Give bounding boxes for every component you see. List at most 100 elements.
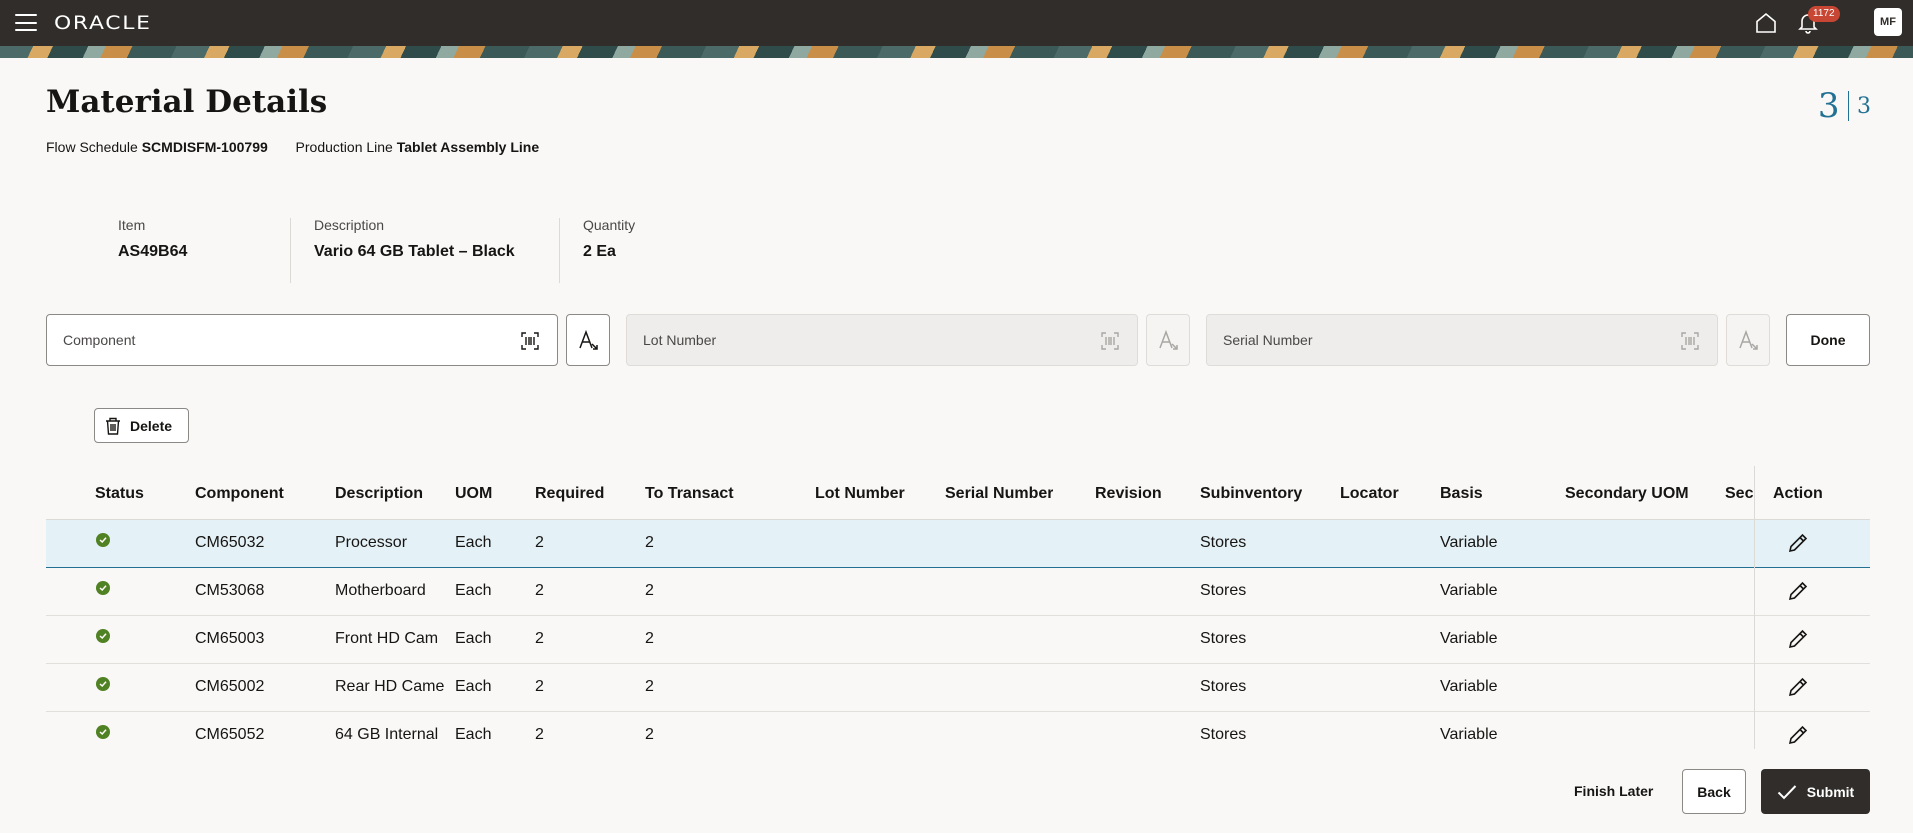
description-label: Description <box>314 217 385 233</box>
column-header-status[interactable]: Status <box>95 485 144 503</box>
column-header-to-transact[interactable]: To Transact <box>645 485 734 503</box>
serial-keyboard-button[interactable] <box>1726 314 1770 366</box>
flow-schedule-value: SCMDISFM-100799 <box>141 139 268 155</box>
column-header-required[interactable]: Required <box>535 485 604 503</box>
barcode-scan-icon <box>1101 332 1119 350</box>
cell-basis: Variable <box>1440 678 1498 695</box>
table-row[interactable]: CM65003 Front HD Cam Each 2 2 Stores Var… <box>46 616 1870 664</box>
item-value: AS49B64 <box>118 243 188 260</box>
cell-component: CM65003 <box>195 630 265 647</box>
cell-subinventory: Stores <box>1200 582 1247 599</box>
status-check-icon <box>96 629 110 643</box>
edit-pencil-icon[interactable] <box>1787 532 1809 554</box>
table-header: Status Component Description UOM Require… <box>46 466 1870 520</box>
item-block: Item AS49B64 <box>118 217 187 261</box>
cell-uom: Each <box>455 726 492 743</box>
barcode-scan-icon <box>1681 332 1699 350</box>
oracle-logo[interactable]: ORACLE <box>54 12 152 34</box>
cell-required: 2 <box>535 630 544 647</box>
checkmark-icon <box>1777 784 1796 799</box>
production-line-value: Tablet Assembly Line <box>396 139 540 155</box>
back-button[interactable]: Back <box>1682 769 1746 814</box>
serial-number-input[interactable]: Serial Number <box>1206 314 1718 366</box>
edit-pencil-icon[interactable] <box>1787 580 1809 602</box>
table-row[interactable]: CM65002 Rear HD Came Each 2 2 Stores Var… <box>46 664 1870 712</box>
edit-pencil-icon[interactable] <box>1787 724 1809 746</box>
description-block: Description Vario 64 GB Tablet – Black <box>314 217 515 261</box>
step-indicator: 3 3 <box>1818 86 1871 126</box>
serial-number-placeholder: Serial Number <box>1223 332 1313 348</box>
cell-subinventory: Stores <box>1200 678 1247 695</box>
keyboard-input-button[interactable] <box>566 314 610 366</box>
page-title: Material Details <box>46 84 328 120</box>
cell-to-transact: 2 <box>645 630 654 647</box>
edit-pencil-icon[interactable] <box>1787 676 1809 698</box>
cell-component: CM65052 <box>195 726 265 743</box>
cell-required: 2 <box>535 534 544 551</box>
delete-button[interactable]: Delete <box>94 408 189 443</box>
column-header-basis[interactable]: Basis <box>1440 485 1483 503</box>
delete-label: Delete <box>130 417 173 434</box>
finish-later-link[interactable]: Finish Later <box>1574 783 1653 799</box>
column-header-action: Action <box>1773 485 1823 502</box>
component-placeholder: Component <box>63 332 136 348</box>
cell-required: 2 <box>535 582 544 599</box>
cell-uom: Each <box>455 630 492 647</box>
cell-to-transact: 2 <box>645 534 654 551</box>
component-input[interactable]: Component <box>46 314 558 366</box>
cell-required: 2 <box>535 678 544 695</box>
text-input-icon <box>1739 329 1758 350</box>
edit-pencil-icon[interactable] <box>1787 628 1809 650</box>
column-header-serial-number[interactable]: Serial Number <box>945 485 1053 503</box>
menu-icon[interactable] <box>15 14 37 31</box>
action-column-divider <box>1754 466 1755 749</box>
decorative-banner <box>0 46 1913 58</box>
done-button[interactable]: Done <box>1786 314 1870 366</box>
column-header-revision[interactable]: Revision <box>1095 485 1162 503</box>
status-check-icon <box>96 725 110 739</box>
status-check-icon <box>96 581 110 595</box>
column-header-uom[interactable]: UOM <box>455 485 492 503</box>
cell-basis: Variable <box>1440 630 1498 647</box>
table-row[interactable]: CM53068 Motherboard Each 2 2 Stores Vari… <box>46 568 1870 616</box>
column-header-subinventory[interactable]: Subinventory <box>1200 485 1302 503</box>
column-header-secondary-uom[interactable]: Secondary UOM <box>1565 485 1689 503</box>
submit-button[interactable]: Submit <box>1761 769 1870 814</box>
step-total: 3 <box>1857 93 1871 119</box>
cell-subinventory: Stores <box>1200 630 1247 647</box>
top-bar: ORACLE 1172 MF <box>0 0 1913 46</box>
flow-schedule-label: Flow Schedule <box>46 139 138 155</box>
cell-subinventory: Stores <box>1200 726 1247 743</box>
column-header-component[interactable]: Component <box>195 485 284 503</box>
cell-to-transact: 2 <box>645 678 654 695</box>
trash-icon <box>106 417 120 435</box>
cell-description: Processor <box>335 534 408 551</box>
column-header-locator[interactable]: Locator <box>1340 485 1399 503</box>
submit-label: Submit <box>1806 783 1855 800</box>
cell-subinventory: Stores <box>1200 534 1247 551</box>
status-check-icon <box>96 677 110 691</box>
divider <box>559 218 560 283</box>
description-value: Vario 64 GB Tablet – Black <box>314 243 515 260</box>
home-icon[interactable] <box>1754 11 1778 35</box>
column-header-description[interactable]: Description <box>335 485 423 503</box>
cell-description: Motherboard <box>335 582 426 599</box>
lot-keyboard-button[interactable] <box>1146 314 1190 366</box>
step-current: 3 <box>1817 86 1840 126</box>
barcode-scan-icon[interactable] <box>521 332 539 350</box>
avatar[interactable]: MF <box>1874 8 1902 36</box>
cell-description: 64 GB Internal <box>335 726 439 743</box>
schedule-info: Flow Schedule SCMDISFM-100799 Production… <box>46 139 539 155</box>
text-input-icon <box>579 329 598 350</box>
lot-number-input[interactable]: Lot Number <box>626 314 1138 366</box>
cell-required: 2 <box>535 726 544 743</box>
table-row[interactable]: CM65032 Processor Each 2 2 Stores Variab… <box>46 520 1870 568</box>
cell-basis: Variable <box>1440 582 1498 599</box>
column-header-lot-number[interactable]: Lot Number <box>815 485 905 503</box>
divider <box>290 218 291 283</box>
cell-component: CM53068 <box>195 582 265 599</box>
table-row[interactable]: CM65052 64 GB Internal Each 2 2 Stores V… <box>46 712 1870 749</box>
notification-badge[interactable]: 1172 <box>1808 6 1840 22</box>
production-line-label: Production Line <box>295 139 393 155</box>
column-header-secondary-truncated[interactable]: Seco <box>1725 485 1754 503</box>
